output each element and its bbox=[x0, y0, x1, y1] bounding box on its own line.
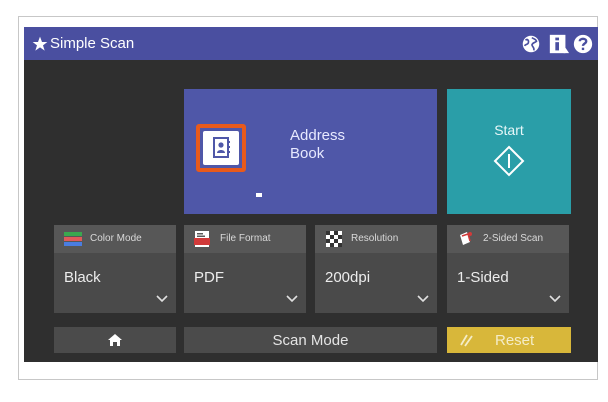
color-mode-option[interactable]: Color Mode Black bbox=[54, 225, 176, 313]
file-format-value: PDF bbox=[194, 269, 224, 286]
start-button[interactable]: Start bbox=[447, 89, 571, 214]
scan-mode-button[interactable]: Scan Mode bbox=[184, 327, 437, 353]
resolution-label: Resolution bbox=[351, 233, 399, 244]
pdf-file-icon bbox=[194, 231, 210, 247]
start-diamond-icon bbox=[493, 145, 525, 177]
two-sided-icon bbox=[460, 232, 472, 245]
color-mode-icon bbox=[64, 232, 82, 246]
resolution-icon bbox=[326, 231, 342, 247]
star-icon bbox=[32, 36, 48, 51]
address-book-label: Address Book bbox=[290, 127, 345, 163]
reset-icon bbox=[460, 334, 473, 347]
color-mode-value: Black bbox=[64, 269, 101, 286]
address-book-label-line1: Address bbox=[290, 127, 346, 144]
reset-button[interactable]: Reset bbox=[447, 327, 571, 353]
chevron-down-icon bbox=[417, 295, 429, 303]
file-format-label: File Format bbox=[220, 233, 271, 244]
file-format-header: File Format bbox=[184, 225, 306, 253]
address-book-tile[interactable]: Address Book bbox=[184, 89, 437, 214]
chevron-down-icon bbox=[286, 295, 298, 303]
chevron-down-icon bbox=[156, 295, 168, 303]
reset-label: Reset bbox=[495, 332, 535, 349]
two-sided-option[interactable]: 2-Sided Scan 1-Sided bbox=[447, 225, 569, 313]
resolution-option[interactable]: Resolution 200dpi bbox=[315, 225, 437, 313]
globe-icon[interactable] bbox=[520, 33, 542, 55]
address-book-indicator bbox=[256, 193, 262, 197]
address-book-label-line2: Book bbox=[290, 145, 325, 162]
two-sided-label: 2-Sided Scan bbox=[483, 233, 544, 244]
address-book-highlight bbox=[196, 124, 246, 172]
app-title: Simple Scan bbox=[50, 35, 135, 52]
home-icon bbox=[108, 334, 122, 346]
start-label: Start bbox=[494, 122, 524, 138]
address-book-icon-bg bbox=[203, 131, 239, 165]
help-icon[interactable] bbox=[572, 33, 594, 55]
file-format-option[interactable]: File Format PDF bbox=[184, 225, 306, 313]
two-sided-value: 1-Sided bbox=[457, 269, 509, 286]
resolution-header: Resolution bbox=[315, 225, 437, 253]
home-button[interactable] bbox=[54, 327, 176, 353]
color-mode-header: Color Mode bbox=[54, 225, 176, 253]
chevron-down-icon bbox=[549, 295, 561, 303]
scan-mode-label: Scan Mode bbox=[272, 332, 349, 349]
two-sided-header: 2-Sided Scan bbox=[447, 225, 569, 253]
color-mode-label: Color Mode bbox=[90, 233, 142, 244]
title-bar: Simple Scan bbox=[24, 27, 598, 60]
address-book-icon bbox=[213, 137, 230, 158]
scanner-screen: Simple Scan Address Book Start Color Mod… bbox=[24, 27, 598, 362]
resolution-value: 200dpi bbox=[325, 269, 371, 286]
info-icon[interactable] bbox=[548, 33, 570, 55]
